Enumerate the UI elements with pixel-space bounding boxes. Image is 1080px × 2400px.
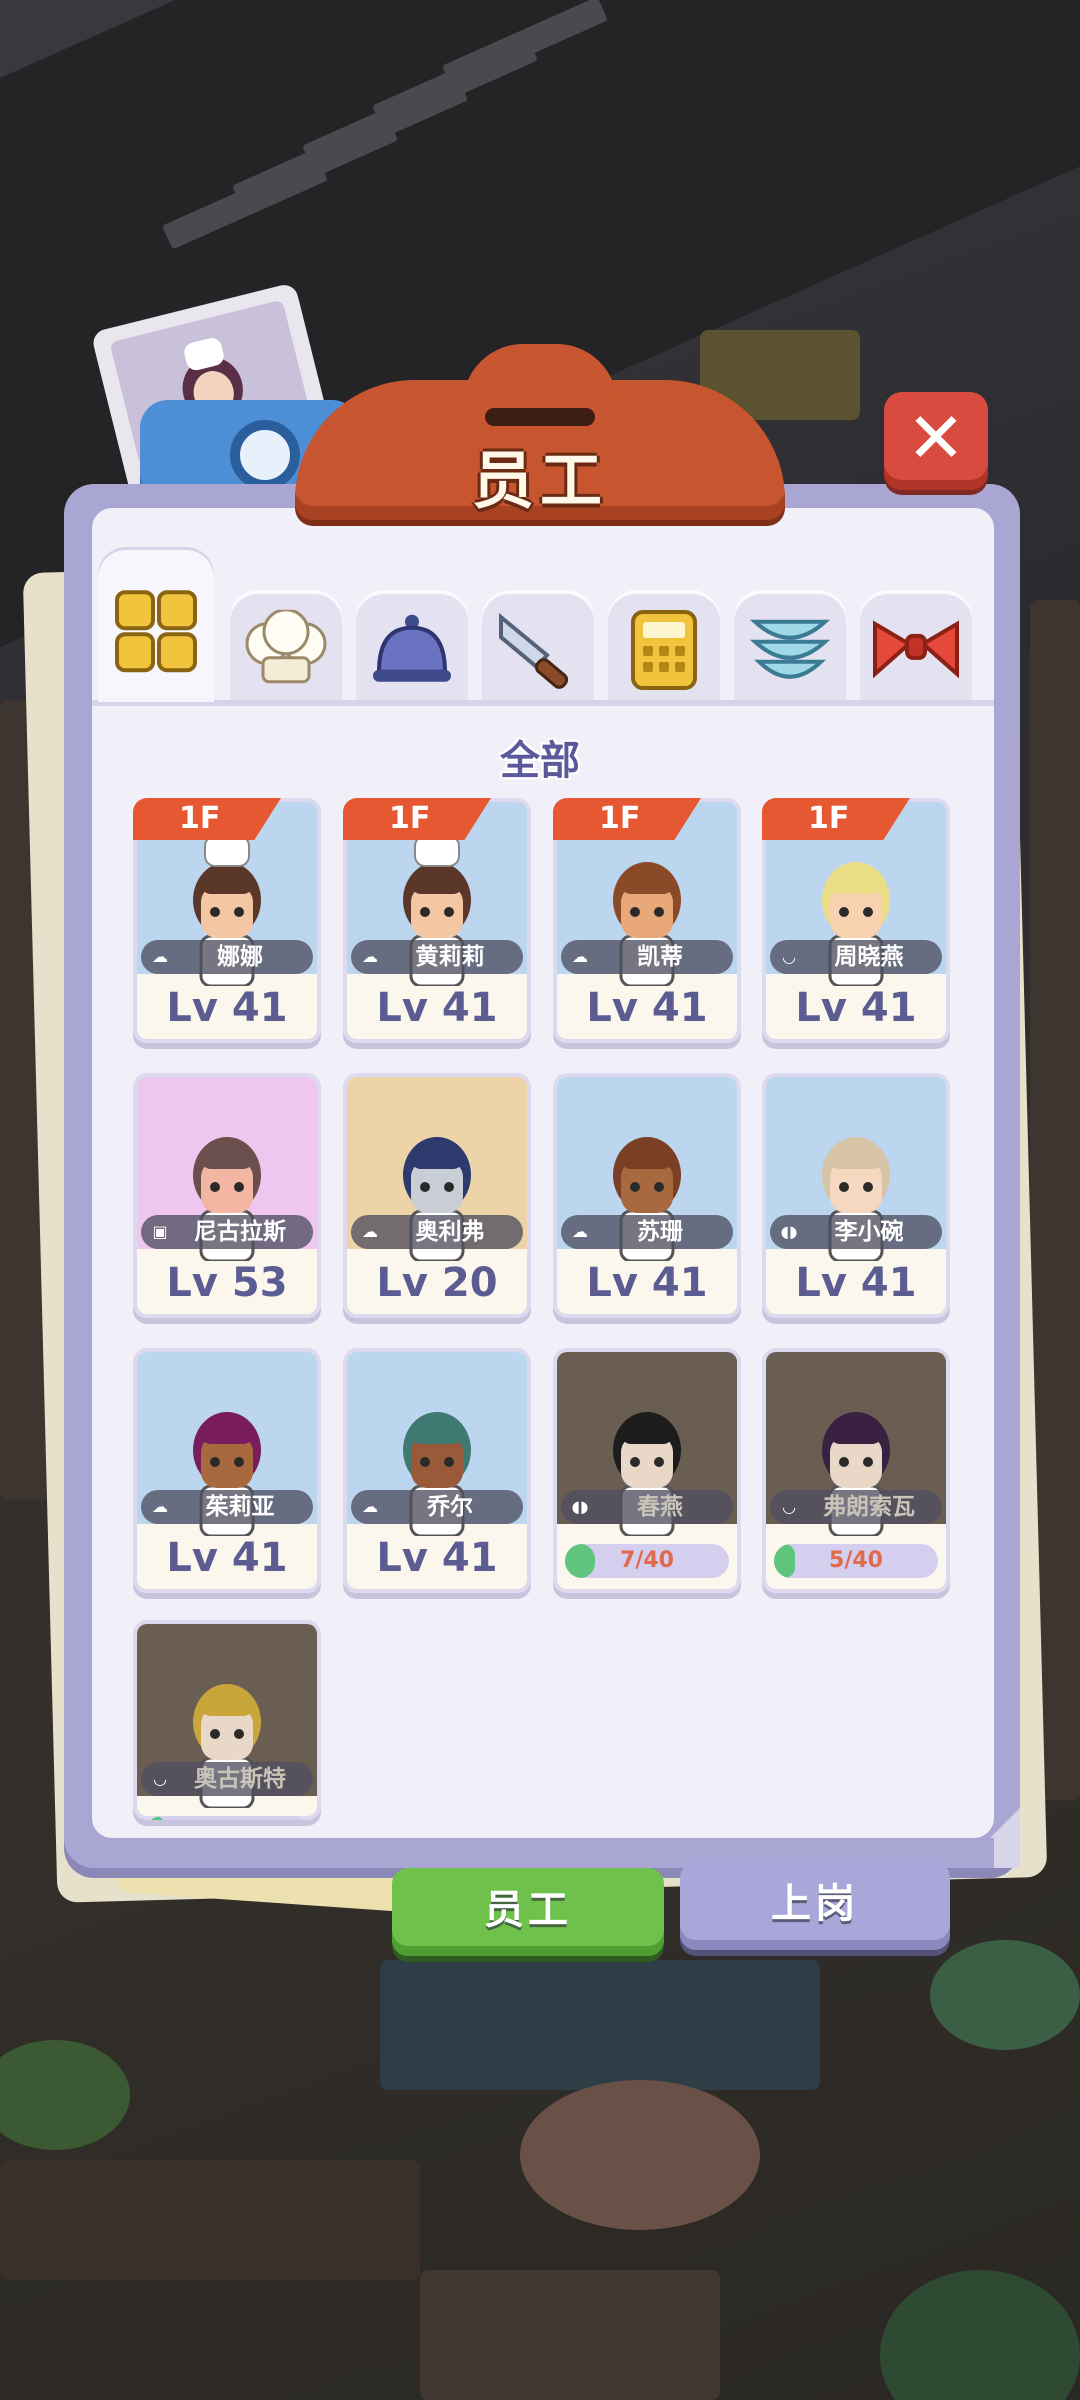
staff-name-label: 奥利弗 [415, 1219, 485, 1245]
staff-card[interactable]: ◖◗ 春燕 7/40 [553, 1348, 741, 1593]
staff-name-label: 弗朗索瓦 [823, 1494, 915, 1520]
staff-name: ☁ 黄莉莉 [351, 940, 523, 974]
staff-card[interactable]: ▣ 尼古拉斯 Lv 53 [133, 1073, 321, 1318]
staff-name-label: 娜娜 [217, 944, 263, 970]
staff-level: Lv 41 [166, 985, 288, 1031]
tab-all[interactable] [98, 550, 214, 702]
chef-hat-icon: ☁ [152, 947, 168, 966]
kitchen-knife-icon [495, 607, 581, 697]
staff-level: Lv 41 [586, 1260, 708, 1306]
section-title: 全部 [500, 738, 580, 784]
staff-name: ☁ 奥利弗 [351, 1215, 523, 1249]
staff-card[interactable]: ☁ 茱莉亚 Lv 41 [133, 1348, 321, 1593]
recruit-progress-bar: 5/40 [774, 1544, 938, 1578]
on-duty-button-label: 上岗 [771, 1881, 859, 1927]
close-button[interactable]: ✕ [884, 392, 988, 490]
staff-name: ☁ 苏珊 [561, 1215, 733, 1249]
tab-kitchen[interactable] [482, 590, 594, 700]
round-table [520, 2080, 760, 2230]
on-duty-button[interactable]: 上岗 [680, 1862, 950, 1950]
staff-button[interactable]: 员工 [392, 1868, 664, 1956]
bowl-icon: ◡ [782, 1497, 796, 1516]
staff-name: ◡ 弗朗索瓦 [770, 1490, 942, 1524]
bowl-icon: ◡ [782, 947, 796, 966]
staff-card[interactable]: ◡ 奥古斯特 3/30 [133, 1620, 321, 1820]
tab-dishwasher[interactable] [734, 590, 846, 700]
staff-name-label: 周晓燕 [834, 944, 904, 970]
tab-divider [92, 700, 994, 706]
panel-title: 员工 [471, 444, 608, 517]
staff-name: ☁ 茱莉亚 [141, 1490, 313, 1524]
tab-greeter[interactable] [860, 590, 972, 700]
grid-icon [113, 588, 199, 678]
staff-level: Lv 41 [795, 1260, 917, 1306]
bowl-icon: ◡ [153, 1769, 167, 1788]
staff-level: Lv 41 [166, 1535, 288, 1581]
staff-name: ◡ 周晓燕 [770, 940, 942, 974]
staff-name-label: 黄莉莉 [415, 944, 485, 970]
staff-card[interactable]: ☁ 奥利弗 Lv 20 [343, 1073, 531, 1318]
chef-hat-icon: ☁ [572, 947, 588, 966]
staff-name: ☁ 凯蒂 [561, 940, 733, 974]
stacked-bowls-icon [747, 610, 833, 694]
staff-level: Lv 41 [376, 1535, 498, 1581]
staff-card[interactable]: 1F ◡ 周晓燕 Lv 41 [762, 798, 950, 1043]
staff-name: ☁ 乔尔 [351, 1490, 523, 1524]
staff-card[interactable]: 1F ☁ 凯蒂 Lv 41 [553, 798, 741, 1043]
staff-name: ◖◗ 春燕 [561, 1490, 733, 1524]
chef-hat-icon: ☁ [362, 1222, 378, 1241]
staff-name-label: 李小碗 [834, 1219, 904, 1245]
tab-waiter[interactable] [356, 590, 468, 700]
service-bell-icon [369, 610, 455, 694]
calculator-icon [629, 608, 699, 696]
tab-chef[interactable] [230, 590, 342, 700]
staff-name-label: 茱莉亚 [205, 1494, 275, 1520]
chef-hat-icon: ☁ [362, 947, 378, 966]
speaker-icon: ◖◗ [780, 1222, 798, 1241]
speaker-icon: ◖◗ [571, 1497, 589, 1516]
staff-name: ☁ 娜娜 [141, 940, 313, 974]
staff-card[interactable]: ☁ 乔尔 Lv 41 [343, 1348, 531, 1593]
staff-name: ◡ 奥古斯特 [141, 1762, 313, 1796]
staff-card[interactable]: ◡ 弗朗索瓦 5/40 [762, 1348, 950, 1593]
recruit-progress-text: 7/40 [620, 1548, 674, 1573]
staff-name-label: 奥古斯特 [194, 1766, 286, 1792]
register-icon: ▣ [152, 1222, 168, 1241]
title-slot [485, 408, 595, 426]
chef-hat-icon: ☁ [152, 1497, 168, 1516]
background-building [380, 1960, 820, 2090]
staff-level: Lv 41 [586, 985, 708, 1031]
staff-card[interactable]: ☁ 苏珊 Lv 41 [553, 1073, 741, 1318]
staff-name: ▣ 尼古拉斯 [141, 1215, 313, 1249]
umbrella [930, 1940, 1080, 2050]
hedge [0, 2040, 130, 2150]
staff-card[interactable]: ◖◗ 李小碗 Lv 41 [762, 1073, 950, 1318]
tree [880, 2270, 1080, 2400]
bench-area [420, 2270, 720, 2400]
staff-name-label: 凯蒂 [637, 944, 683, 970]
chef-hat-icon [243, 608, 329, 694]
staff-name-label: 苏珊 [637, 1219, 683, 1245]
staff-level: Lv 53 [166, 1260, 288, 1306]
chef-hat-icon: ☁ [362, 1497, 378, 1516]
tab-cashier[interactable] [608, 590, 720, 700]
recruit-progress-bar: 7/40 [565, 1544, 729, 1578]
staff-card[interactable]: 1F ☁ 娜娜 Lv 41 [133, 798, 321, 1043]
staff-level: Lv 20 [376, 1260, 498, 1306]
camera-lens [230, 420, 300, 490]
staff-name-label: 春燕 [637, 1494, 683, 1520]
staff-name: ◖◗ 李小碗 [770, 1215, 942, 1249]
fence [0, 2160, 420, 2280]
recruit-progress-text: 3/30 [145, 1816, 309, 1820]
staff-card[interactable]: 1F ☁ 黄莉莉 Lv 41 [343, 798, 531, 1043]
staff-level: Lv 41 [795, 985, 917, 1031]
staff-name-label: 尼古拉斯 [194, 1219, 286, 1245]
bow-tie-icon [871, 614, 961, 688]
recruit-progress-text: 5/40 [829, 1548, 883, 1573]
staff-level: Lv 41 [376, 985, 498, 1031]
staff-button-label: 员工 [484, 1887, 572, 1933]
recruit-progress-bar: 3/30 [145, 1816, 309, 1820]
chef-hat-icon: ☁ [572, 1222, 588, 1241]
staff-name-label: 乔尔 [427, 1494, 473, 1520]
